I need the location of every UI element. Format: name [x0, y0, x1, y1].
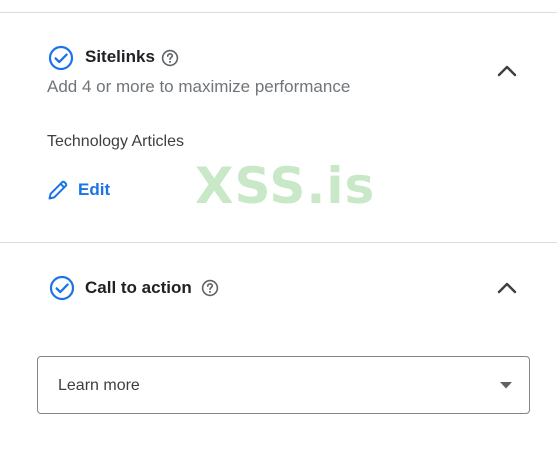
pencil-icon	[48, 180, 68, 200]
help-icon[interactable]	[201, 279, 219, 297]
sitelinks-subtitle: Add 4 or more to maximize performance	[47, 77, 351, 96]
top-divider	[0, 12, 557, 13]
sitelink-item: Technology Articles	[47, 133, 184, 150]
call-to-action-select[interactable]: Learn more	[37, 356, 530, 414]
collapse-sitelinks-button[interactable]	[493, 57, 521, 85]
caret-down-icon	[500, 382, 512, 389]
collapse-call-to-action-button[interactable]	[493, 274, 521, 302]
section-divider	[0, 242, 557, 243]
check-circle-icon	[48, 45, 74, 71]
check-circle-icon	[49, 275, 75, 301]
select-value: Learn more	[58, 377, 140, 394]
edit-sitelinks-button[interactable]: Edit	[46, 177, 110, 203]
watermark-text: XSS.is	[195, 157, 376, 215]
edit-label: Edit	[78, 180, 111, 199]
call-to-action-title: Call to action	[85, 278, 192, 297]
help-icon[interactable]	[161, 49, 179, 67]
sitelinks-title: Sitelinks	[85, 47, 155, 66]
